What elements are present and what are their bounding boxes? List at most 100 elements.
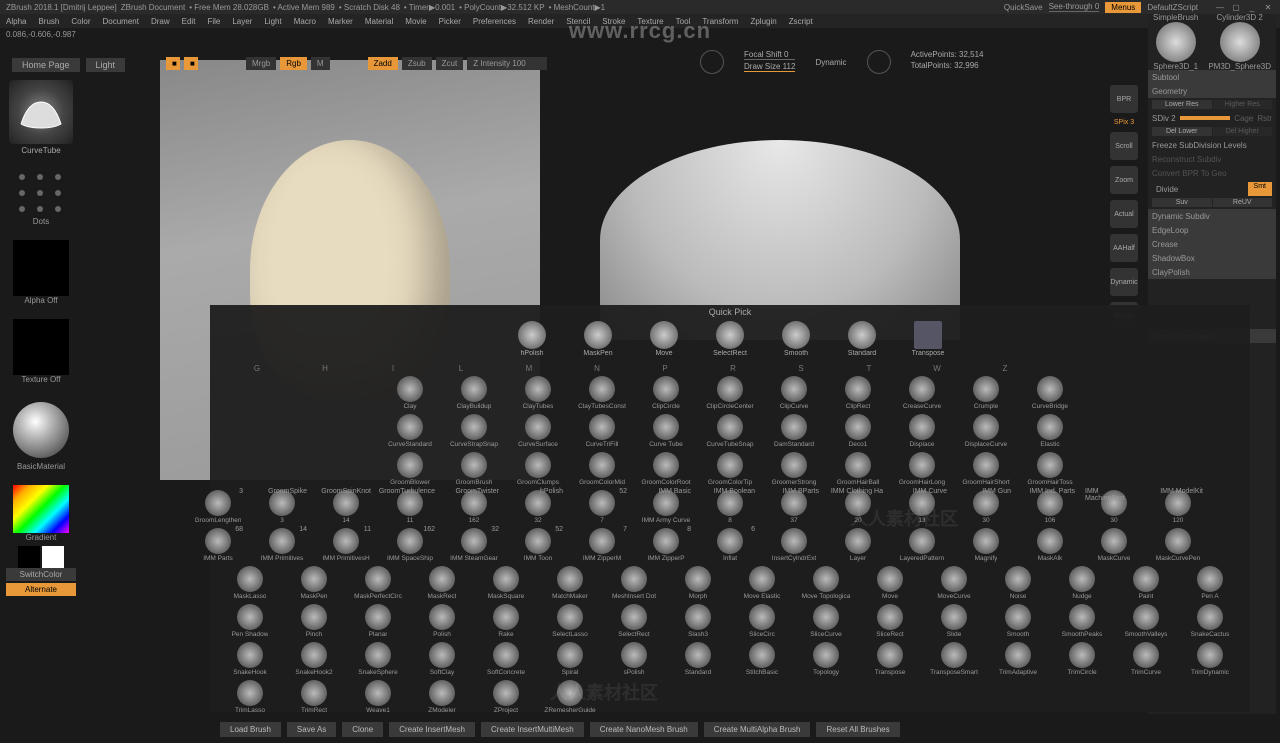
brush-maskrect[interactable]: MaskRect [413,566,471,600]
brush-zmodeler[interactable]: ZModeler [413,680,471,714]
quickpick-selectrect[interactable]: SelectRect [701,321,759,357]
quickpick-standard[interactable]: Standard [833,321,891,357]
brush-snakecactus[interactable]: SnakeCactus [1181,604,1239,638]
brush-7[interactable]: 527 [573,490,631,524]
brush-thumbnail[interactable] [9,80,73,144]
switchcolor-button[interactable]: SwitchColor [6,568,76,581]
brush-selectlasso[interactable]: SelectLasso [541,604,599,638]
brush-curve-tube[interactable]: Curve Tube [637,414,695,448]
defaultz-button[interactable]: DefaultZScript [1147,3,1198,12]
brush-clay[interactable]: Clay [381,376,439,410]
menu-render[interactable]: Render [528,17,554,26]
brush-14[interactable]: GroomSpinKnot14 [317,490,375,524]
brush-rake[interactable]: Rake [477,604,535,638]
menu-picker[interactable]: Picker [439,17,461,26]
reconstruct-subdiv[interactable]: Reconstruct Subdiv [1148,152,1276,166]
alpha-letter-M[interactable]: M [500,364,558,373]
brush-masklasso[interactable]: MaskLasso [221,566,279,600]
brush-trimdynamic[interactable]: TrimDynamic [1181,642,1239,676]
brush-groomerstrong[interactable]: GroomerStrong [765,452,823,486]
menu-zplugin[interactable]: Zplugin [750,17,776,26]
brush-damstandard[interactable]: DamStandard [765,414,823,448]
geometry-header[interactable]: Geometry [1148,84,1276,98]
quickpick-maskpen[interactable]: MaskPen [569,321,627,357]
color-picker[interactable] [13,485,69,533]
brush-curvetubesnap[interactable]: CurveTubeSnap [701,414,759,448]
brush-imm-primitives[interactable]: 14IMM Primitives [253,528,311,562]
brush-37[interactable]: IMM BParts37 [765,490,823,524]
quickpick-transpose[interactable]: Transpose [899,321,957,357]
menu-marker[interactable]: Marker [328,17,353,26]
alpha-letter-T[interactable]: T [840,364,898,373]
palette-clone[interactable]: Clone [342,722,383,737]
brush-trimcurve[interactable]: TrimCurve [1117,642,1175,676]
brush-groomcolortip[interactable]: GroomColorTip [701,452,759,486]
smt-button[interactable]: Smt [1248,182,1272,196]
sdiv-slider[interactable]: SDiv 2 [1152,114,1176,123]
alpha-letter-G[interactable]: G [228,364,286,373]
brush-groomhairshort[interactable]: GroomHairShort [957,452,1015,486]
mrgb-button[interactable]: Mrgb [246,57,276,70]
brush-snakesphere[interactable]: SnakeSphere [349,642,407,676]
material-thumbnail[interactable] [13,402,69,458]
quickpick-hpolish[interactable]: hPolish [503,321,561,357]
window-minimize2[interactable]: _ [1246,2,1258,12]
dynamic-button[interactable]: Dynamic [815,58,846,67]
stroke-dots[interactable] [9,169,73,217]
brush-nudge[interactable]: Nudge [1053,566,1111,600]
alpha-letter-P[interactable]: P [636,364,694,373]
brush-selectrect[interactable]: SelectRect [605,604,663,638]
brush-paint[interactable]: Paint [1117,566,1175,600]
brush-spiral[interactable]: Spiral [541,642,599,676]
brush-groomclumps[interactable]: GroomClumps [509,452,567,486]
brush-weave1[interactable]: Weave1 [349,680,407,714]
brush-move[interactable]: Move [861,566,919,600]
brush-162[interactable]: GroomTwister162 [445,490,503,524]
brush-imm-spaceship[interactable]: 162IMM SpaceShip [381,528,439,562]
shadowbox-header[interactable]: ShadowBox [1148,251,1276,265]
brush-3[interactable]: GroomSpike3 [253,490,311,524]
brush-trimlasso[interactable]: TrimLasso [221,680,279,714]
brush-transposesmart[interactable]: TransposeSmart [925,642,983,676]
brush-planar[interactable]: Planar [349,604,407,638]
brush-snakehook[interactable]: SnakeHook [221,642,279,676]
brush-spolish[interactable]: sPolish [605,642,663,676]
brush-deco1[interactable]: Deco1 [829,414,887,448]
brush-smooth[interactable]: Smooth [989,604,1047,638]
menu-brush[interactable]: Brush [38,17,59,26]
menu-alpha[interactable]: Alpha [6,17,26,26]
brush-slash3[interactable]: Slash3 [669,604,727,638]
brush-120[interactable]: IMM ModelKit120 [1149,490,1207,524]
quickpick-move[interactable]: Move [635,321,693,357]
texture-thumbnail[interactable] [13,319,69,375]
brush-noise[interactable]: Noise [989,566,1047,600]
brush-pen-shadow[interactable]: Pen Shadow [221,604,279,638]
brush-masksquare[interactable]: MaskSquare [477,566,535,600]
menus-button[interactable]: Menus [1105,2,1141,13]
brush-elastic[interactable]: Elastic [1021,414,1079,448]
alpha-letter-N[interactable]: N [568,364,626,373]
palette-create-insertmesh[interactable]: Create InsertMesh [389,722,475,737]
sq-btn-2[interactable]: ■ [184,57,198,70]
brush-clipcurve[interactable]: ClipCurve [765,376,823,410]
menu-zscript[interactable]: Zscript [789,17,813,26]
menu-edit[interactable]: Edit [182,17,196,26]
divide-button[interactable]: Divide [1152,182,1247,196]
menu-color[interactable]: Color [71,17,90,26]
brush-imm-zipperm[interactable]: 7IMM ZipperM [573,528,631,562]
m-button[interactable]: M [311,57,330,70]
brush-displacecurve[interactable]: DisplaceCurve [957,414,1015,448]
quickpick-smooth[interactable]: Smooth [767,321,825,357]
brush-claytubesconst[interactable]: ClayTubesConst [573,376,631,410]
brush-claybuildup[interactable]: ClayBuildup [445,376,503,410]
brush-groomlengthen[interactable]: 3GroomLengthen [189,490,247,524]
menu-layer[interactable]: Layer [232,17,252,26]
aahalf-button[interactable]: AAHalf [1110,234,1138,262]
brush-trimrect[interactable]: TrimRect [285,680,343,714]
brush-curvestandard[interactable]: CurveStandard [381,414,439,448]
zoom-button[interactable]: Zoom [1110,166,1138,194]
sq-btn-1[interactable]: ■ [166,57,180,70]
brush-layer[interactable]: Layer [829,528,887,562]
brush-trimadaptive[interactable]: TrimAdaptive [989,642,1047,676]
brush-slicerect[interactable]: SliceRect [861,604,919,638]
